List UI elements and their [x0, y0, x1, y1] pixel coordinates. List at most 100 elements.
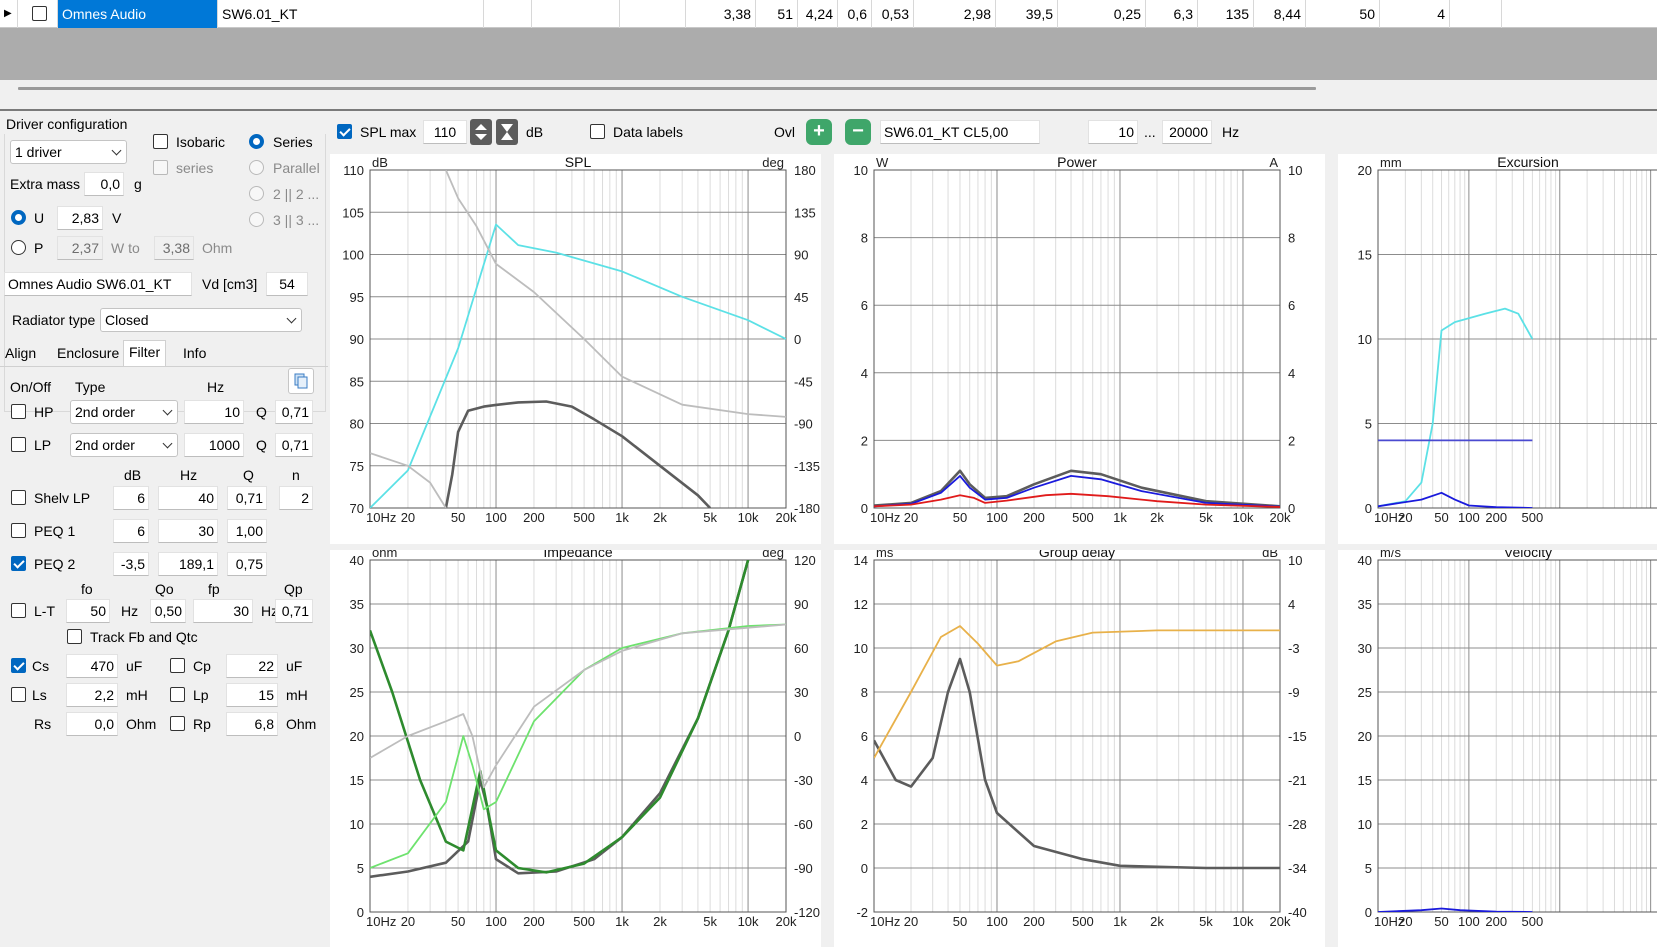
table-cell-empty[interactable] [1502, 0, 1657, 28]
table-cell-value[interactable]: 0,53 [872, 0, 914, 28]
power-chart[interactable]: 10 8 6 4 2 0 10 8 6 4 2 0 10Hz 20 50 100 200 500 1k 2k 5k 10k… [834, 154, 1325, 544]
spin-zoom-button[interactable] [496, 119, 518, 145]
hp-freq-input[interactable]: 10 [184, 400, 244, 424]
voltage-input[interactable]: 2,83 [57, 206, 103, 230]
rp-checkbox[interactable] [170, 716, 185, 731]
freq-to-input[interactable]: 20000 [1162, 120, 1212, 144]
table-cell-value[interactable]: 8,44 [1254, 0, 1306, 28]
driver-count-dropdown[interactable]: 1 driver [10, 140, 127, 164]
copy-button[interactable] [288, 368, 314, 394]
series-checkbox[interactable] [153, 160, 168, 175]
splitter[interactable] [0, 109, 1657, 111]
row-checkbox[interactable] [32, 6, 47, 21]
power-input[interactable]: 2,37 [57, 236, 103, 260]
remove-overlay-button[interactable]: − [845, 119, 871, 145]
table-cell-value[interactable]: 50 [1306, 0, 1380, 28]
peq1-q-input[interactable]: 1,00 [227, 519, 267, 543]
group-delay-chart[interactable]: 14 12 10 8 6 4 2 0 -2 10 4 -3 -9 -15 -21 -28 -34 -40 10Hz 2… [834, 550, 1325, 947]
series-radio[interactable] [249, 134, 264, 149]
spl-max-input[interactable]: 110 [423, 120, 467, 144]
three-by-three-radio[interactable] [249, 212, 264, 227]
shelv-q-input[interactable]: 0,71 [227, 486, 267, 510]
peq2-db-input[interactable]: -3,5 [113, 552, 149, 576]
lp-freq-input[interactable]: 1000 [184, 433, 244, 457]
extra-mass-input[interactable]: 0,0 [84, 172, 124, 196]
table-cell-value[interactable]: 6,3 [1146, 0, 1198, 28]
isobaric-checkbox[interactable] [153, 134, 168, 149]
x-tick-label: 500 [1522, 914, 1544, 929]
scrollbar-thumb[interactable] [18, 87, 1316, 90]
freq-from-input[interactable]: 10 [1088, 120, 1138, 144]
tab-align[interactable]: Align [0, 342, 41, 366]
two-by-two-radio[interactable] [249, 186, 264, 201]
lt-checkbox[interactable] [11, 603, 26, 618]
lp-q-input[interactable]: 0,71 [275, 433, 313, 457]
horizontal-scrollbar[interactable] [0, 80, 1657, 100]
hp-q-input[interactable]: 0,71 [275, 400, 313, 424]
table-cell-value[interactable]: 2,98 [914, 0, 996, 28]
data-labels-checkbox[interactable] [590, 124, 605, 139]
lp-checkbox[interactable] [11, 437, 26, 452]
overlay-curve-field[interactable]: SW6.01_KT CL5,00 [880, 120, 1040, 144]
excursion-chart[interactable]: 20 15 10 5 0 10Hz 20 50 100 200 500 Excursion mm [1338, 154, 1657, 544]
spl-chart[interactable]: 110 105 100 95 90 85 80 75 70 180 135 90 45 0 -45 -90 -1… [330, 154, 821, 544]
table-cell-value[interactable]: 0,6 [838, 0, 872, 28]
peq2-checkbox[interactable] [11, 556, 26, 571]
rs-input[interactable]: 0,0 [66, 712, 118, 736]
table-cell-value[interactable]: 4 [1380, 0, 1450, 28]
cp-checkbox[interactable] [170, 658, 185, 673]
model-cell[interactable]: SW6.01_KT [218, 0, 484, 28]
tab-filter[interactable]: Filter [123, 340, 167, 366]
peq1-hz-input[interactable]: 30 [158, 519, 218, 543]
ls-input[interactable]: 2,2 [66, 683, 118, 707]
lp-coil-label: Lp [193, 687, 209, 703]
impedance-chart[interactable]: 40 35 30 25 20 15 10 5 0 120 90 60 30 0 -30 -60 -90 -120 1… [330, 550, 821, 947]
radiator-type-dropdown[interactable]: Closed [100, 308, 302, 332]
peq2-q-input[interactable]: 0,75 [227, 552, 267, 576]
rp-input[interactable]: 6,8 [226, 712, 278, 736]
lt-fp-input[interactable]: 30 [193, 599, 253, 623]
row-select-cell[interactable] [18, 0, 58, 28]
peq1-db-input[interactable]: 6 [113, 519, 149, 543]
lp-type-dropdown[interactable]: 2nd order [70, 433, 178, 457]
spl-max-checkbox[interactable] [337, 124, 352, 139]
lp-coil-checkbox[interactable] [170, 687, 185, 702]
cs-checkbox[interactable] [11, 658, 26, 673]
table-cell-empty[interactable] [1450, 0, 1502, 28]
empty-cell [620, 0, 686, 28]
power-radio[interactable] [11, 240, 26, 255]
lt-qo-input[interactable]: 0,50 [150, 599, 186, 623]
track-fb-checkbox[interactable] [67, 629, 82, 644]
table-cell-value[interactable]: 51 [756, 0, 798, 28]
velocity-chart[interactable]: 40 35 30 25 20 15 10 5 0 10Hz 20 50 100 200 500 Velocit… [1338, 550, 1657, 947]
parallel-radio[interactable] [249, 160, 264, 175]
shelv-n-input[interactable]: 2 [279, 486, 313, 510]
ls-checkbox[interactable] [11, 687, 26, 702]
table-cell-value[interactable]: 0,25 [1058, 0, 1146, 28]
hp-checkbox[interactable] [11, 404, 26, 419]
power-ohm-input[interactable]: 3,38 [154, 236, 194, 260]
peq1-checkbox[interactable] [11, 523, 26, 538]
y-tick-label: 8 [861, 685, 868, 700]
shelv-hz-input[interactable]: 40 [158, 486, 218, 510]
shelv-db-input[interactable]: 6 [113, 486, 149, 510]
shelv-lp-checkbox[interactable] [11, 490, 26, 505]
manufacturer-cell[interactable]: Omnes Audio [58, 0, 218, 28]
tab-enclosure[interactable]: Enclosure [52, 342, 124, 366]
spin-updown-button[interactable] [470, 119, 492, 145]
cp-input[interactable]: 22 [226, 654, 278, 678]
table-cell-value[interactable]: 4,24 [798, 0, 838, 28]
voltage-radio[interactable] [11, 210, 26, 225]
table-cell-value[interactable]: 135 [1198, 0, 1254, 28]
table-cell-value[interactable]: 39,5 [996, 0, 1058, 28]
add-overlay-button[interactable]: + [806, 119, 832, 145]
hp-type-dropdown[interactable]: 2nd order [70, 400, 178, 424]
lt-qp-input[interactable]: 0,71 [275, 599, 313, 623]
driver-name-field[interactable]: Omnes Audio SW6.01_KT [4, 272, 192, 296]
tab-info[interactable]: Info [178, 342, 211, 366]
lp-coil-input[interactable]: 15 [226, 683, 278, 707]
peq2-hz-input[interactable]: 189,1 [158, 552, 218, 576]
cs-input[interactable]: 470 [66, 654, 118, 678]
lt-fo-input[interactable]: 50 [66, 599, 110, 623]
table-cell-value[interactable]: 3,38 [686, 0, 756, 28]
